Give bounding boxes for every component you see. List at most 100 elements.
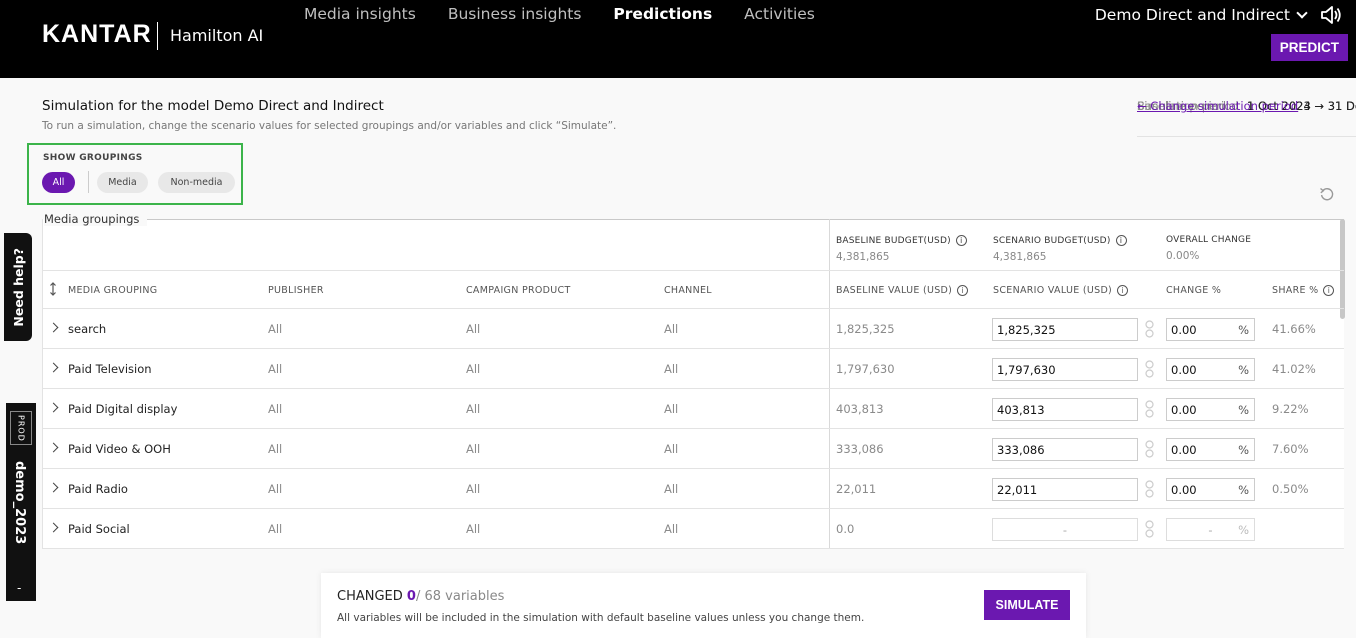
row-share-pct: 7.60% [1272,442,1309,456]
table-row[interactable]: Paid Digital display All All All 403,813 403,… [42,389,1344,429]
change-pct-value: - [1208,523,1213,537]
overall-change-value: 0.00% [1166,250,1200,262]
env-collapse-toggle[interactable]: - [17,581,21,595]
info-icon[interactable]: i [1115,235,1127,246]
row-baseline-value: 403,813 [836,402,884,416]
grouping-non-media-pill[interactable]: Non-media [158,172,235,193]
info-icon[interactable]: i [1323,285,1335,296]
link-icon[interactable] [1145,360,1154,378]
model-selector[interactable]: Demo Direct and Indirect [1094,6,1308,24]
env-name: demo_2023 [12,461,27,545]
expand-chevron-icon[interactable] [48,402,59,413]
link-icon[interactable] [1145,400,1154,418]
simulate-button[interactable]: SIMULATE [984,590,1070,620]
grouping-all-pill[interactable]: All [42,172,75,193]
scenario-value-input: - [992,518,1138,541]
predict-button[interactable]: PREDICT [1270,34,1348,61]
kantar-logo[interactable]: KANTAR [42,20,152,49]
scenario-budget-value: 4,381,865 [993,251,1047,263]
info-icon[interactable]: i [955,235,967,246]
scenario-value-input[interactable]: 403,813 [992,398,1138,421]
env-badge-label: PROD [16,414,26,442]
row-media-grouping: search [68,322,107,336]
scenario-value-input[interactable]: 1,825,325 [992,318,1138,341]
change-pct-value: 0.00 [1171,443,1197,457]
changed-count: 0 [406,589,416,604]
change-pct-input[interactable]: 0.00% [1166,478,1255,501]
info-icon[interactable]: i [957,285,969,296]
expand-chevron-icon[interactable] [48,322,59,333]
scenario-value-input[interactable]: 333,086 [992,438,1138,461]
row-baseline-value: 1,825,325 [836,322,895,336]
row-campaign-product: All [466,322,481,336]
reset-icon[interactable] [1319,186,1335,202]
expand-chevron-icon[interactable] [48,522,59,533]
announcement-icon[interactable] [1320,5,1342,25]
table-row[interactable]: Paid Television All All All 1,797,630 1,797,6… [42,349,1344,389]
table-row[interactable]: Paid Radio All All All 22,011 22,011 0.00% 0.50… [42,469,1344,509]
expand-chevron-icon[interactable] [48,482,59,493]
table-row[interactable]: Paid Social All All All 0.0- -% [42,509,1344,549]
row-media-grouping: Paid Video & OOH [68,442,171,456]
row-media-grouping: Paid Radio [68,482,128,496]
col-baseline-value-label: BASELINE VALUE (USD) [836,285,953,296]
table-header: MEDIA GROUPING PUBLISHER CAMPAIGN PRODUC… [42,270,1344,309]
row-channel: All [664,522,679,536]
change-pct-input[interactable]: 0.00% [1166,398,1255,421]
table-row[interactable]: search All All All 1,825,325 1,825,325 0.00% 41… [42,309,1344,349]
nav-business-insights[interactable]: Business insights [448,5,582,23]
logo-divider [157,22,158,50]
percent-suffix: % [1238,363,1249,377]
expand-chevron-icon[interactable] [48,362,59,373]
change-pct-input[interactable]: 0.00% [1166,318,1255,341]
link-icon[interactable] [1145,320,1154,338]
row-share-pct: 41.02% [1272,362,1316,376]
col-media-grouping[interactable]: MEDIA GROUPING [68,285,157,296]
info-icon[interactable]: i [1117,285,1129,296]
link-icon[interactable] [1145,480,1154,498]
need-help-tab[interactable]: Need help? [4,233,32,341]
show-groupings-label: SHOW GROUPINGS [43,153,143,163]
scenario-value-input[interactable]: 1,797,630 [992,358,1138,381]
row-channel: All [664,442,679,456]
environment-tab[interactable]: PROD demo_2023 - [6,403,36,601]
nav-activities[interactable]: Activities [744,5,815,23]
nav-media-insights[interactable]: Media insights [304,5,416,23]
table-row[interactable]: Paid Video & OOH All All All 333,086 333,086 0… [42,429,1344,469]
scenario-value-input[interactable]: 22,011 [992,478,1138,501]
col-publisher[interactable]: PUBLISHER [268,285,324,296]
col-baseline-value[interactable]: BASELINE VALUE (USD) i [836,285,969,296]
grouping-media-pill[interactable]: Media [97,172,148,193]
row-share-pct: 9.22% [1272,402,1309,416]
nav-predictions[interactable]: Predictions [613,5,712,23]
change-pct-input[interactable]: 0.00% [1166,438,1255,461]
row-channel: All [664,402,679,416]
col-share-pct[interactable]: SHARE % i [1272,285,1335,296]
col-campaign-product[interactable]: CAMPAIGN PRODUCT [466,285,571,296]
col-change-pct[interactable]: CHANGE % [1166,285,1221,296]
expand-chevron-icon[interactable] [48,442,59,453]
model-name: Demo Direct and Indirect [1094,6,1290,24]
top-header: KANTAR Hamilton AI Media insights Busine… [0,0,1356,78]
row-channel: All [664,322,679,336]
change-period-link[interactable]: ← Change simulation period [1137,97,1298,136]
baseline-budget-label: BASELINE BUDGET(USD) [836,236,951,246]
overall-change: OVERALL CHANGE 0.00% [1166,235,1251,262]
col-scenario-value[interactable]: SCENARIO VALUE (USD) i [993,285,1129,296]
change-pct-input[interactable]: 0.00% [1166,358,1255,381]
main-nav: Media insights Business insights Predict… [304,5,815,23]
row-channel: All [664,362,679,376]
row-campaign-product: All [466,362,481,376]
link-icon[interactable] [1145,440,1154,458]
baseline-budget: BASELINE BUDGET(USD) i 4,381,865 [836,235,967,263]
row-publisher: All [268,322,283,336]
row-campaign-product: All [466,482,481,496]
change-pct-value: 0.00 [1171,363,1197,377]
col-channel[interactable]: CHANNEL [664,285,712,296]
col-scenario-value-label: SCENARIO VALUE (USD) [993,285,1113,296]
row-campaign-product: All [466,442,481,456]
row-channel: All [664,482,679,496]
link-icon[interactable] [1145,520,1154,538]
sort-icon[interactable] [49,282,57,296]
percent-suffix: % [1238,523,1249,537]
